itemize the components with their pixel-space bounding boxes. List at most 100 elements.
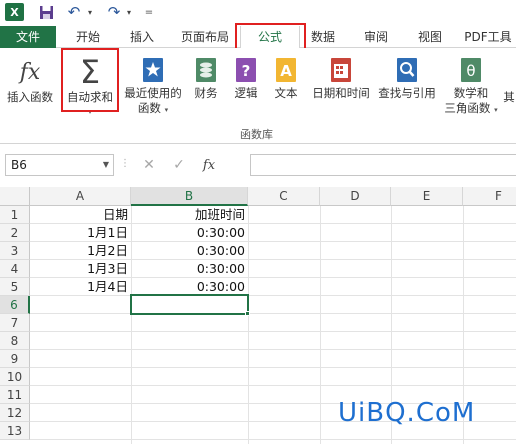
row-header-4[interactable]: 4 — [0, 260, 30, 278]
date-time-label: 日期和时间 — [312, 86, 370, 100]
row-header-11[interactable]: 11 — [0, 386, 30, 404]
text-label: 文本 — [274, 86, 298, 100]
cell-a3[interactable]: 1月2日 — [30, 242, 131, 260]
tab-review[interactable]: 审阅 — [352, 26, 400, 48]
gridline — [30, 313, 516, 314]
svg-text:θ: θ — [466, 62, 475, 80]
svg-text:?: ? — [242, 62, 251, 80]
insert-function-fx-icon[interactable]: fx — [194, 158, 224, 173]
tab-page-layout[interactable]: 页面布局 — [172, 26, 238, 48]
text-button[interactable]: A 文本 — [270, 54, 302, 120]
row-header-7[interactable]: 7 — [0, 314, 30, 332]
more-functions-icon — [502, 54, 516, 90]
column-header-b[interactable]: B — [131, 187, 248, 206]
row-header-3[interactable]: 3 — [0, 242, 30, 260]
select-all-corner[interactable] — [0, 187, 30, 206]
svg-text:A: A — [280, 62, 292, 80]
recently-used-button[interactable]: 最近使用的 函数 ▾ — [122, 54, 184, 120]
cell-b4[interactable]: 0:30:00 — [131, 260, 248, 278]
cell-b3[interactable]: 0:30:00 — [131, 242, 248, 260]
row-header-13[interactable]: 13 — [0, 422, 30, 440]
date-time-button[interactable]: 日期和时间 — [310, 54, 372, 120]
gridline — [30, 331, 516, 332]
cancel-icon[interactable]: ✕ — [134, 157, 164, 173]
undo-dropdown-icon[interactable]: ▾ — [85, 3, 95, 21]
fill-handle[interactable] — [245, 311, 250, 316]
column-header-c[interactable]: C — [248, 187, 320, 206]
formula-input[interactable] — [250, 154, 516, 176]
more-functions-button[interactable]: 其 — [502, 54, 516, 120]
cell-a5[interactable]: 1月4日 — [30, 278, 131, 296]
logical-label: 逻辑 — [234, 86, 258, 100]
insert-function-label: 插入函数 — [7, 90, 53, 104]
recently-used-label: 最近使用的 — [124, 86, 182, 100]
insert-function-button[interactable]: fx 插入函数 — [4, 54, 56, 120]
math-trig-button[interactable]: θ 数学和 三角函数 ▾ — [442, 54, 500, 120]
selected-cell-b6[interactable] — [130, 294, 249, 315]
autosum-highlight — [61, 48, 119, 112]
column-header-f[interactable]: F — [463, 187, 516, 206]
fx-icon: fx — [19, 59, 41, 85]
math-trig-label: 数学和 — [453, 86, 489, 100]
gridline — [30, 367, 516, 368]
row-header-6[interactable]: 6 — [0, 296, 30, 314]
star-book-icon — [137, 54, 169, 86]
tab-insert[interactable]: 插入 — [118, 26, 166, 48]
cell-a1[interactable]: 日期 — [30, 206, 131, 224]
cell-a4[interactable]: 1月3日 — [30, 260, 131, 278]
calendar-icon — [325, 54, 357, 86]
gridline — [248, 206, 249, 444]
row-header-8[interactable]: 8 — [0, 332, 30, 350]
excel-window: X ↶ ▾ ↷ ▾ = 文件 开始 插入 页面布局 公式 数据 审阅 视图 PD… — [0, 0, 516, 444]
watermark-text: UiBQ.CoM — [338, 398, 476, 428]
gridline — [320, 206, 321, 444]
row-header-1[interactable]: 1 — [0, 206, 30, 224]
gridline — [30, 385, 516, 386]
lookup-label: 查找与引用 — [378, 86, 436, 100]
text-icon: A — [270, 54, 302, 86]
name-box-dropdown-icon[interactable]: ▼ — [103, 155, 109, 175]
financial-icon — [190, 54, 222, 86]
formula-bar: B6 ▼ ⋮ ✕ ✓ fx — [0, 150, 516, 178]
redo-icon[interactable]: ↷ — [106, 3, 122, 21]
math-trig-label-line2: 三角函数 ▾ — [444, 101, 498, 115]
row-header-5[interactable]: 5 — [0, 278, 30, 296]
cell-b2[interactable]: 0:30:00 — [131, 224, 248, 242]
row-header-9[interactable]: 9 — [0, 350, 30, 368]
cell-b1[interactable]: 加班时间 — [131, 206, 248, 224]
tab-file[interactable]: 文件 — [0, 26, 56, 48]
redo-dropdown-icon[interactable]: ▾ — [124, 3, 134, 21]
logical-button[interactable]: ? 逻辑 — [230, 54, 262, 120]
lookup-reference-button[interactable]: 查找与引用 — [376, 54, 438, 120]
function-library-group-label: 函数库 — [240, 128, 273, 141]
tab-home[interactable]: 开始 — [64, 26, 112, 48]
column-header-a[interactable]: A — [30, 187, 131, 206]
tab-pdf-tools[interactable]: PDF工具 — [460, 26, 516, 48]
save-icon[interactable] — [38, 3, 54, 21]
column-header-e[interactable]: E — [391, 187, 463, 206]
financial-label: 财务 — [194, 86, 218, 100]
tab-data[interactable]: 数据 — [300, 26, 346, 48]
more-functions-label: 其 — [503, 90, 515, 104]
recently-used-label-line2: 函数 ▾ — [137, 101, 169, 115]
gridline — [30, 439, 516, 440]
lookup-icon — [391, 54, 423, 86]
logical-icon: ? — [230, 54, 262, 86]
formulas-ribbon: fx 插入函数 Σ 自动求和 ▾ 最近使用的 函数 ▾ 财务 ? 逻辑 A 文本… — [0, 48, 516, 144]
row-header-12[interactable]: 12 — [0, 404, 30, 422]
formula-buttons: ✕ ✓ fx — [134, 154, 246, 176]
theta-icon: θ — [455, 54, 487, 86]
formula-bar-grip-icon: ⋮ — [120, 158, 130, 169]
customize-toolbar-icon[interactable]: = — [144, 3, 154, 21]
excel-logo-icon[interactable]: X — [5, 3, 24, 21]
tab-view[interactable]: 视图 — [406, 26, 454, 48]
name-box[interactable]: B6 ▼ — [5, 154, 114, 176]
financial-button[interactable]: 财务 — [190, 54, 222, 120]
undo-icon[interactable]: ↶ — [66, 3, 82, 21]
gridline — [30, 349, 516, 350]
enter-icon[interactable]: ✓ — [164, 157, 194, 173]
row-header-2[interactable]: 2 — [0, 224, 30, 242]
row-header-10[interactable]: 10 — [0, 368, 30, 386]
column-header-d[interactable]: D — [320, 187, 391, 206]
cell-a2[interactable]: 1月1日 — [30, 224, 131, 242]
